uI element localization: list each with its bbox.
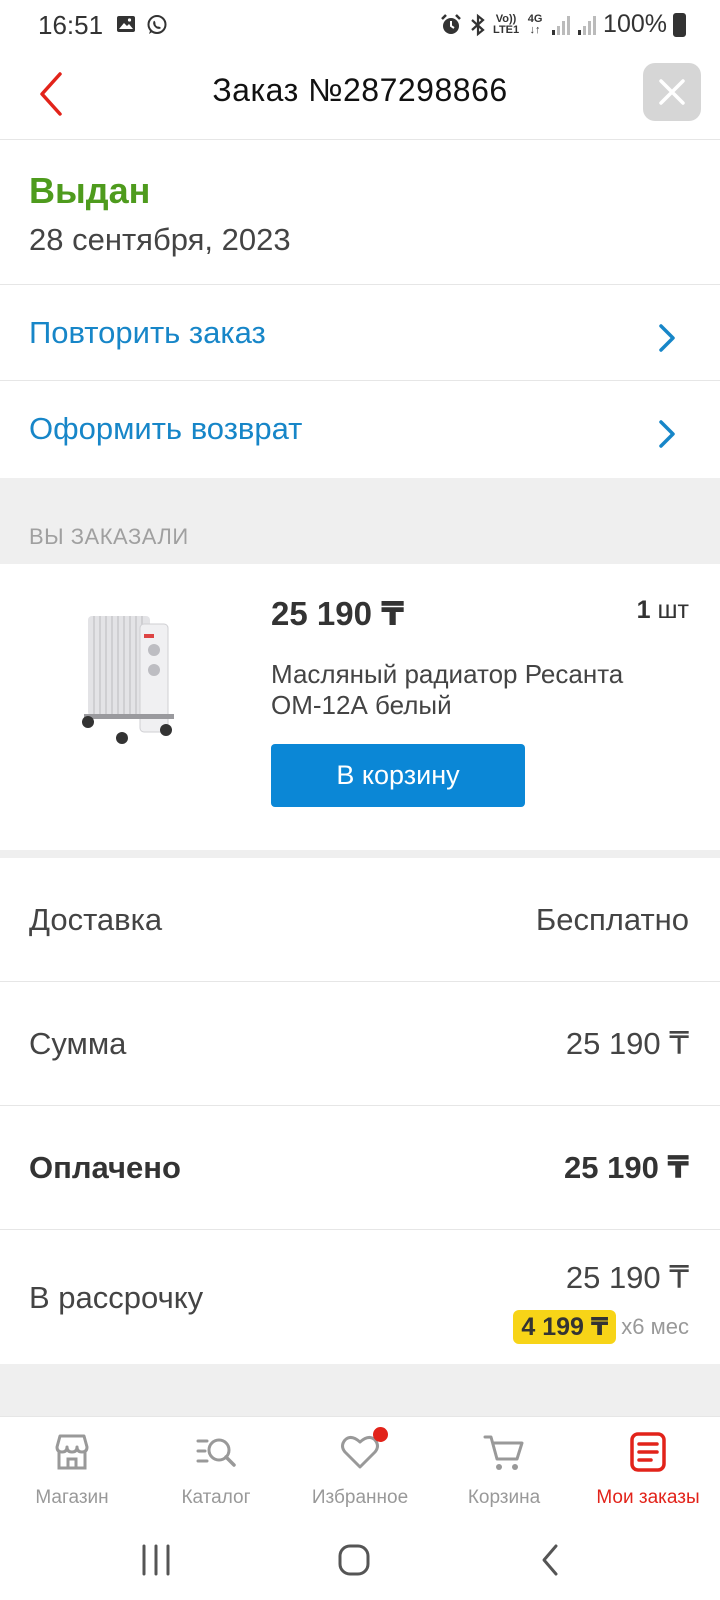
delivery-label: Доставка <box>29 902 163 937</box>
back-nav-icon[interactable] <box>522 1538 582 1582</box>
installment-monthly: 4 199 ₸ x6 мес <box>513 1310 689 1344</box>
product-name[interactable]: Масляный радиатор Ресанта ОМ-12А белый <box>271 659 671 721</box>
sum-label: Сумма <box>29 1026 127 1061</box>
store-icon <box>55 1434 89 1470</box>
paid-row: Оплачено 25 190 ₸ <box>0 1106 720 1230</box>
alarm-icon <box>441 13 461 34</box>
image-icon <box>117 16 135 32</box>
footer-spacer <box>0 1364 720 1416</box>
tab-cart-label: Корзина <box>467 1487 541 1508</box>
status-time: 16:51 <box>38 10 104 40</box>
signal-icon <box>578 15 597 35</box>
quantity-unit: шт <box>657 596 689 624</box>
tab-cart[interactable]: Корзина <box>432 1417 576 1523</box>
installment-period: x6 мес <box>621 1314 689 1339</box>
order-date: 28 сентября, 2023 <box>29 222 291 257</box>
battery-icon <box>673 12 686 37</box>
status-bar: 16:51 Vo)) LTE1 4G ↓↑ 100% <box>0 0 720 50</box>
delivery-value: Бесплатно <box>535 902 689 937</box>
system-icons: Vo)) LTE1 4G ↓↑ 100% <box>439 10 686 39</box>
notification-icons <box>116 14 168 36</box>
paid-label: Оплачено <box>29 1150 181 1185</box>
close-icon <box>659 79 685 105</box>
tab-my-orders-label: Мои заказы <box>596 1487 700 1508</box>
app-header: Заказ №287298866 <box>0 50 720 140</box>
cart-icon <box>483 1435 524 1470</box>
installment-total: 25 190 ₸ <box>565 1260 689 1295</box>
home-icon[interactable] <box>324 1538 384 1582</box>
system-nav-bar <box>0 1522 720 1600</box>
ordered-section-header: ВЫ ЗАКАЗАЛИ <box>0 478 720 564</box>
4g-icon: 4G ↓↑ <box>527 12 543 36</box>
product-image[interactable] <box>70 604 190 754</box>
favorites-badge <box>373 1427 388 1442</box>
sum-row: Сумма 25 190 ₸ <box>0 982 720 1106</box>
repeat-order-button[interactable]: Повторить заказ <box>0 285 720 381</box>
sum-value: 25 190 ₸ <box>565 1026 689 1061</box>
network-type: 4G <box>527 12 543 25</box>
quantity-number: 1 <box>636 596 651 624</box>
tab-store-label: Магазин <box>35 1487 109 1508</box>
page-title: Заказ №287298866 <box>212 72 508 108</box>
catalog-search-icon <box>196 1438 236 1467</box>
paid-value: 25 190 ₸ <box>564 1150 689 1185</box>
product-price: 25 190 ₸ <box>271 595 405 632</box>
whatsapp-icon <box>147 15 167 34</box>
order-status-label: Выдан <box>29 170 151 211</box>
order-status: Выдан 28 сентября, 2023 <box>0 140 720 285</box>
recent-apps-icon[interactable] <box>126 1538 186 1582</box>
tab-favorites-label: Избранное <box>311 1487 409 1508</box>
product-card: 25 190 ₸ 1 шт Масляный радиатор Ресанта … <box>0 564 720 850</box>
close-button[interactable] <box>643 63 701 121</box>
tab-store[interactable]: Магазин <box>0 1417 144 1523</box>
volte-icon: Vo)) LTE1 <box>493 12 520 36</box>
signal-icon <box>552 15 571 35</box>
tab-catalog-label: Каталог <box>181 1487 251 1508</box>
return-order-button[interactable]: Оформить возврат <box>0 381 720 477</box>
repeat-order-label: Повторить заказ <box>29 315 266 350</box>
battery-percent: 100% <box>603 10 667 38</box>
tab-catalog[interactable]: Каталог <box>144 1417 288 1523</box>
tab-favorites[interactable]: Избранное <box>288 1417 432 1523</box>
chevron-right-icon <box>659 324 675 352</box>
installment-row: В рассрочку 25 190 ₸ 4 199 ₸ x6 мес <box>0 1230 720 1364</box>
bottom-tab-bar: Магазин Каталог Избранное Корзина Мои за… <box>0 1416 720 1522</box>
divider <box>0 850 720 858</box>
tab-my-orders[interactable]: Мои заказы <box>576 1417 720 1523</box>
add-to-cart-button[interactable]: В корзину <box>271 744 525 807</box>
installment-label: В рассрочку <box>29 1280 204 1315</box>
chevron-right-icon <box>659 420 675 448</box>
section-title: ВЫ ЗАКАЗАЛИ <box>29 524 189 549</box>
delivery-row: Доставка Бесплатно <box>0 858 720 982</box>
installment-badge: 4 199 ₸ <box>513 1310 617 1344</box>
bluetooth-icon <box>471 13 485 36</box>
orders-icon <box>630 1432 666 1472</box>
product-quantity: 1 шт <box>637 596 689 625</box>
return-order-label: Оформить возврат <box>29 411 303 446</box>
